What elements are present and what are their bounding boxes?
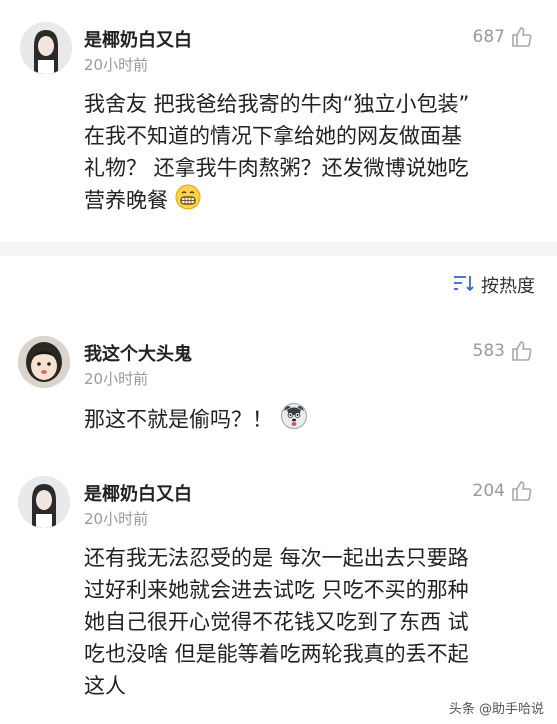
timestamp: 20小时前 <box>84 370 149 388</box>
like-count: 687 <box>472 27 505 47</box>
thumbs-up-icon <box>511 480 533 502</box>
avatar[interactable] <box>18 336 70 388</box>
like-button[interactable]: 687 <box>473 26 533 48</box>
comment-text: 我舍友 把我爸给我寄的牛肉“独立小包装” 在我不知道的情况下拿给她的网友做面基 … <box>84 88 544 219</box>
like-button[interactable]: 204 <box>473 480 533 502</box>
sort-icon <box>453 274 475 297</box>
dog-emoji-icon <box>280 402 308 439</box>
username[interactable]: 是椰奶白又白 <box>84 480 192 506</box>
timestamp: 20小时前 <box>84 56 149 74</box>
like-count: 583 <box>472 341 505 361</box>
avatar[interactable] <box>18 476 70 528</box>
username[interactable]: 是椰奶白又白 <box>84 26 192 52</box>
comment-text: 那这不就是偷吗？！ <box>84 402 544 439</box>
grin-emoji-icon <box>175 184 201 219</box>
timestamp: 20小时前 <box>84 510 149 528</box>
comment-text: 还有我无法忍受的是 每次一起出去只要路 过好利来她就会进去试吃 只吃不买的那种 … <box>84 546 469 698</box>
sort-button[interactable]: 按热度 <box>453 272 535 298</box>
sort-label: 按热度 <box>481 276 535 297</box>
like-count: 204 <box>472 481 505 501</box>
watermark: 头条 @助手哈说 <box>445 697 547 718</box>
username[interactable]: 我这个大头鬼 <box>84 340 192 366</box>
avatar[interactable] <box>20 22 72 74</box>
thumbs-up-icon <box>511 26 533 48</box>
like-button[interactable]: 583 <box>473 340 533 362</box>
thumbs-up-icon <box>511 340 533 362</box>
section-divider <box>0 242 557 256</box>
